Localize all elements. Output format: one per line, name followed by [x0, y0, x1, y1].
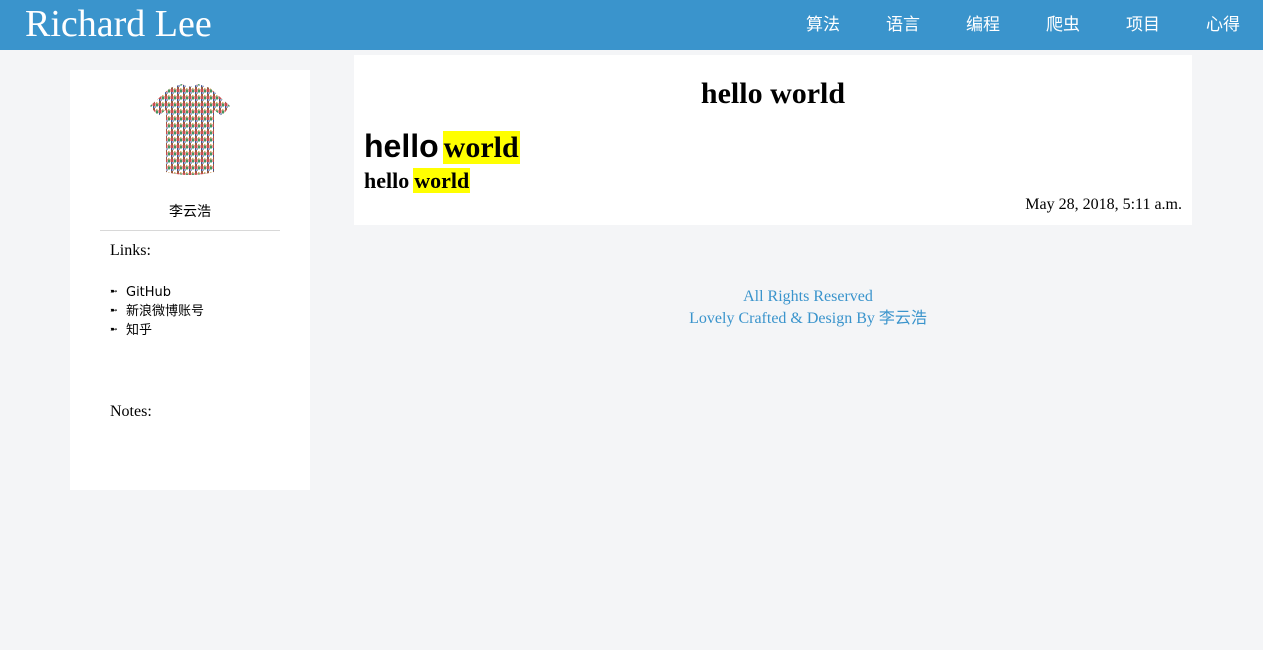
brand-logo-link[interactable]: Richard Lee	[25, 2, 212, 46]
heading-large-highlight: world	[442, 131, 520, 164]
list-item: ➼ 新浪微博账号	[110, 302, 204, 321]
heading-large-plain: hello	[364, 128, 439, 164]
footer-rights: All Rights Reserved	[743, 288, 873, 305]
nav-item-languages[interactable]: 语言	[863, 0, 943, 50]
author-name: 李云浩	[169, 204, 211, 220]
post-date: May 28, 2018, 5:11 a.m.	[1025, 196, 1182, 213]
main-nav: 算法 语言 编程 爬虫 项目 心得	[783, 0, 1263, 50]
sidebar-profile: 李云浩 Links: ➼ GitHub ➼ 新浪微博账号 ➼ 知乎 Notes:	[70, 70, 310, 490]
notes-heading: Notes:	[110, 403, 152, 420]
links-list: ➼ GitHub ➼ 新浪微博账号 ➼ 知乎	[110, 283, 204, 340]
avatar	[150, 84, 230, 175]
post-heading-small: hello world	[364, 168, 471, 194]
arrow-icon: ➼	[110, 306, 118, 316]
top-navbar: Richard Lee 算法 语言 编程 爬虫 项目 心得	[0, 0, 1263, 50]
footer-credit: Lovely Crafted & Design By 李云浩	[689, 310, 927, 327]
link-github[interactable]: GitHub	[126, 283, 171, 302]
list-item: ➼ GitHub	[110, 283, 204, 302]
page-footer: All Rights Reserved Lovely Crafted & Des…	[354, 286, 1262, 330]
nav-item-projects[interactable]: 项目	[1103, 0, 1183, 50]
link-weibo[interactable]: 新浪微博账号	[126, 302, 204, 321]
post-heading-large: hello world	[364, 128, 520, 166]
heading-small-highlight: world	[413, 168, 471, 193]
nav-item-algorithms[interactable]: 算法	[783, 0, 863, 50]
link-zhihu[interactable]: 知乎	[126, 321, 152, 340]
list-item: ➼ 知乎	[110, 321, 204, 340]
heading-small-plain: hello	[364, 168, 410, 193]
arrow-icon: ➼	[110, 287, 118, 297]
sidebar-divider	[100, 230, 280, 231]
links-heading: Links:	[110, 242, 151, 259]
post-title[interactable]: hello world	[354, 77, 1192, 111]
nav-item-programming[interactable]: 编程	[943, 0, 1023, 50]
post-card: hello world hello world hello world May …	[354, 55, 1192, 225]
nav-item-insights[interactable]: 心得	[1183, 0, 1263, 50]
nav-item-crawler[interactable]: 爬虫	[1023, 0, 1103, 50]
arrow-icon: ➼	[110, 325, 118, 335]
